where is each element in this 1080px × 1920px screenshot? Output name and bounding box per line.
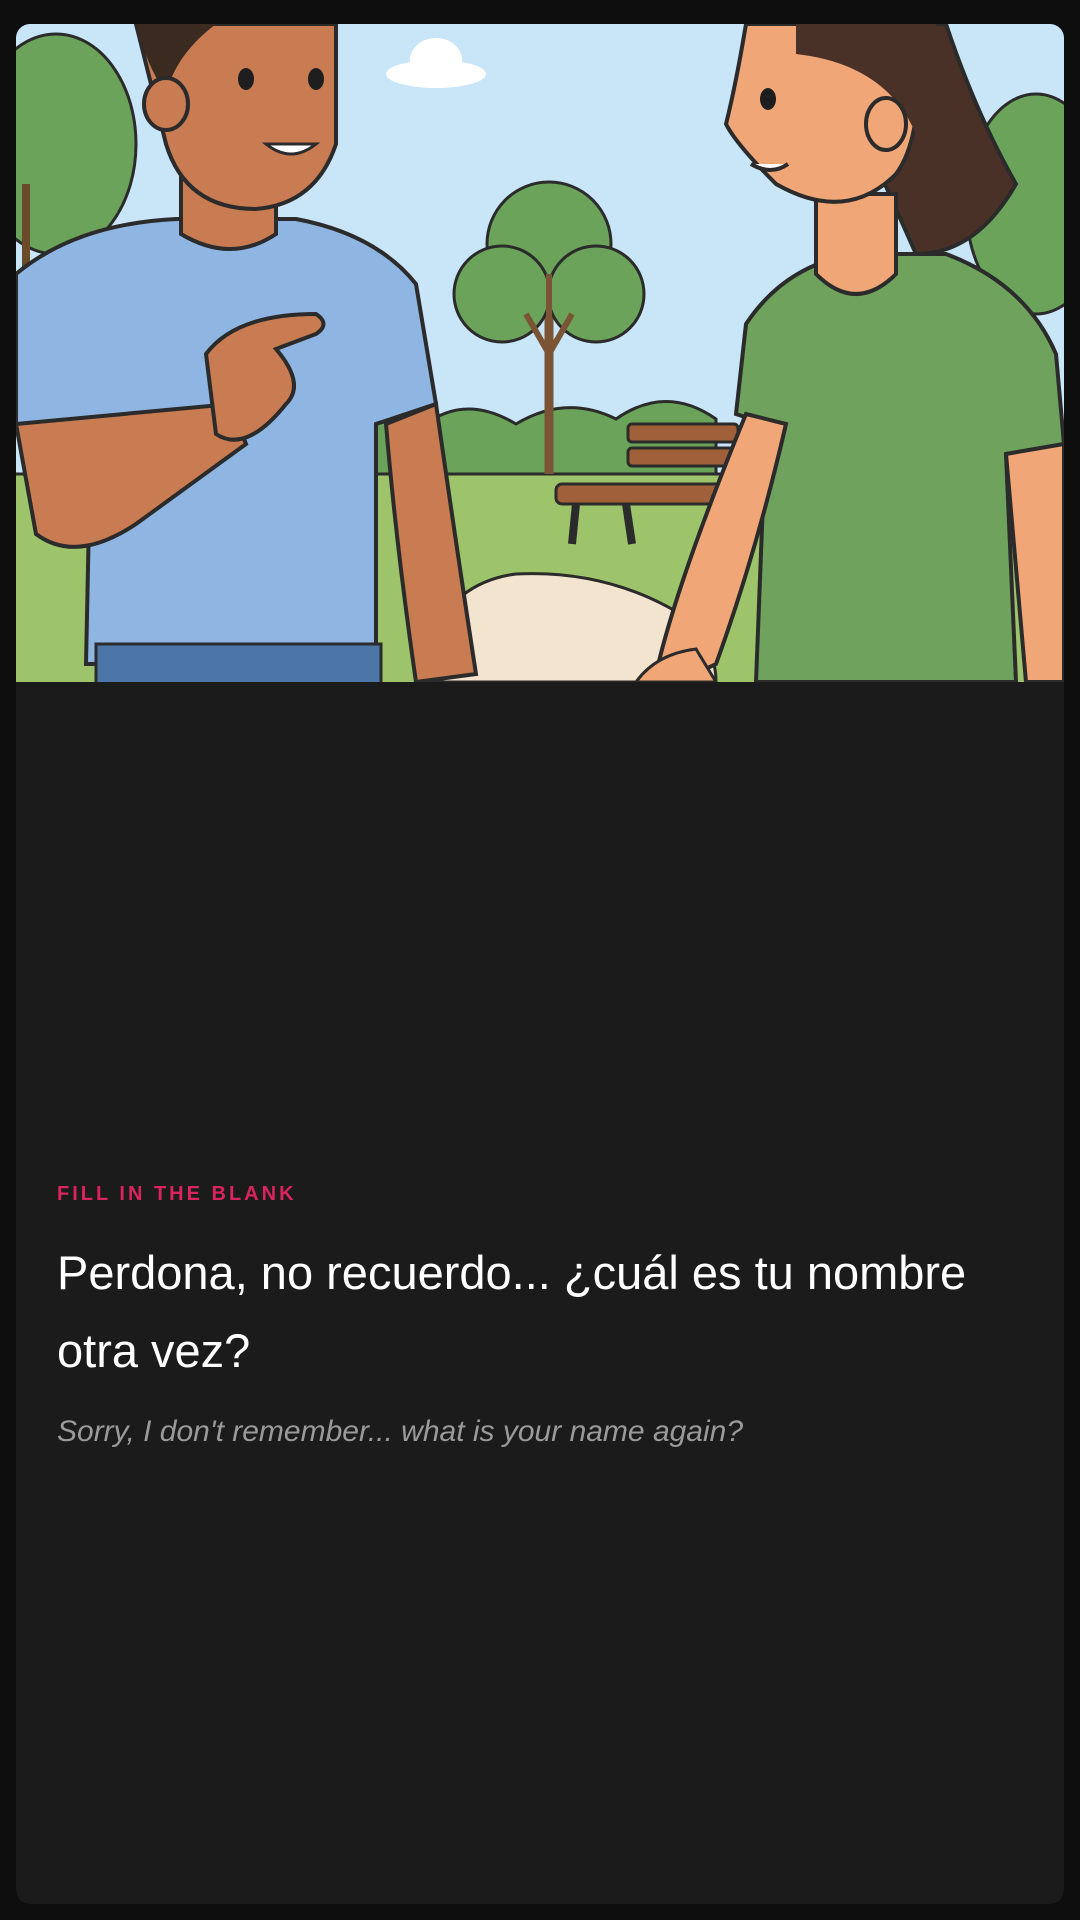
exercise-type-label: FILL IN THE BLANK xyxy=(57,1183,297,1205)
exercise-text: FILL IN THE BLANK Perdona, no recuerdo..… xyxy=(57,1180,1027,1452)
spanish-sentence: Perdona, no recuerdo... ¿cuál es tu nomb… xyxy=(57,1246,967,1377)
exercise-card: FILL IN THE BLANK Perdona, no recuerdo..… xyxy=(16,24,1064,1904)
english-translation: Sorry, I don't remember... what is your … xyxy=(57,1415,744,1448)
park-conversation-illustration xyxy=(16,24,1064,682)
